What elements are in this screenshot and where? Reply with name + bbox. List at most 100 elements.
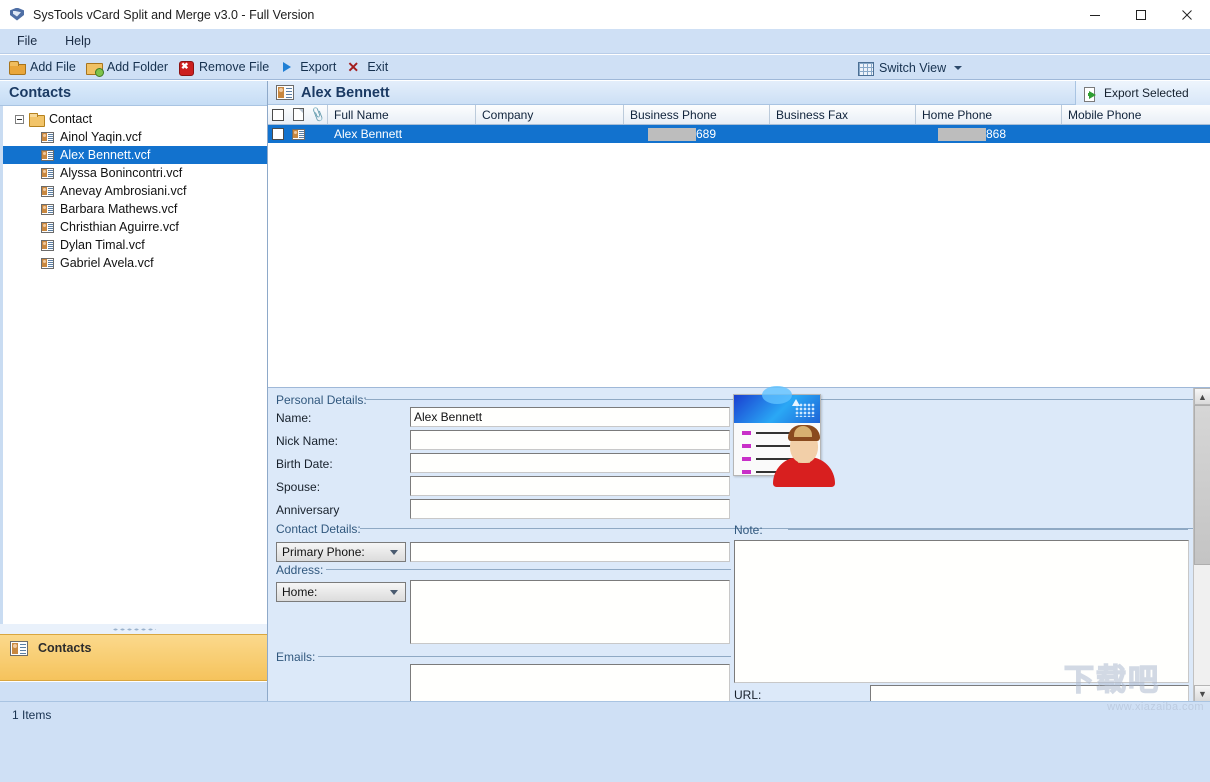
status-bar: 1 Items (0, 701, 1210, 727)
birth-date-label: Birth Date: (276, 457, 333, 471)
remove-file-label: Remove File (199, 60, 269, 74)
vcard-icon (41, 132, 54, 143)
list-item[interactable]: Gabriel Avela.vcf (3, 254, 267, 272)
close-icon[interactable] (1164, 0, 1210, 29)
column-header-business-fax[interactable]: Business Fax (770, 105, 916, 124)
anniversary-label: Anniversary (276, 503, 339, 517)
vcard-icon (41, 168, 54, 179)
export-button[interactable]: Export (276, 59, 343, 76)
emails-field[interactable] (410, 664, 730, 702)
row-cell-company (476, 125, 624, 143)
chevron-down-icon (390, 590, 398, 595)
toolbar: Add File Add Folder Remove File Export E… (0, 55, 1210, 80)
primary-phone-select[interactable]: Primary Phone: (276, 542, 406, 562)
nick-name-field[interactable] (410, 430, 730, 450)
panel-splitter[interactable] (0, 624, 267, 634)
contacts-panel-header: Contacts (0, 81, 267, 106)
row-cell-home-phone-text: 868 (986, 127, 1006, 141)
vcard-icon (41, 240, 54, 251)
address-type-select[interactable]: Home: (276, 582, 406, 602)
scroll-up-button[interactable]: ▲ (1194, 388, 1210, 405)
remove-file-button[interactable]: Remove File (175, 59, 276, 76)
row-cell-business-fax (770, 125, 916, 143)
nav-item-contacts[interactable]: Contacts (0, 635, 267, 661)
list-item[interactable]: Dylan Timal.vcf (3, 236, 267, 254)
export-selected-button[interactable]: Export Selected (1075, 81, 1210, 105)
redaction-bar (648, 128, 696, 141)
tree-root-contact[interactable]: Contact (3, 110, 267, 128)
application-window: SysTools vCard Split and Merge v3.0 - Fu… (0, 0, 1210, 727)
checkbox-icon[interactable] (272, 128, 284, 140)
name-field[interactable]: Alex Bennett (410, 407, 730, 427)
list-item-label: Anevay Ambrosiani.vcf (60, 184, 186, 198)
nick-name-label: Nick Name: (276, 434, 338, 448)
spouse-field[interactable] (410, 476, 730, 496)
column-header-document[interactable] (288, 105, 308, 124)
remove-icon (178, 60, 194, 75)
primary-phone-field[interactable] (410, 542, 730, 562)
list-item[interactable]: Anevay Ambrosiani.vcf (3, 182, 267, 200)
detail-scrollbar[interactable]: ▲ ▼ (1193, 388, 1210, 702)
grid-title-bar: Alex Bennett Export Selected (268, 81, 1210, 105)
vcard-icon (292, 129, 305, 140)
menu-item-help[interactable]: Help (62, 32, 94, 50)
anniversary-field[interactable] (410, 499, 730, 519)
address-field[interactable] (410, 580, 730, 644)
title-bar: SysTools vCard Split and Merge v3.0 - Fu… (0, 0, 1210, 29)
maximize-icon[interactable] (1118, 0, 1164, 29)
list-item[interactable]: Christhian Aguirre.vcf (3, 218, 267, 236)
add-file-button[interactable]: Add File (6, 59, 83, 76)
switch-view-button[interactable]: Switch View (850, 55, 970, 80)
status-item-count: 1 Items (12, 708, 51, 722)
page-title: Alex Bennett (301, 85, 390, 101)
play-icon (279, 60, 295, 75)
row-type-icon (288, 125, 308, 143)
birth-date-field[interactable] (410, 453, 730, 473)
list-item[interactable]: Barbara Mathews.vcf (3, 200, 267, 218)
grid-column-headers: 📎 Full Name Company Business Phone Busin… (268, 105, 1210, 125)
window-controls (1072, 0, 1210, 29)
group-label-emails: Emails: (276, 650, 315, 664)
exit-icon (346, 60, 362, 75)
chevron-down-icon (954, 66, 962, 70)
checkbox-icon[interactable] (272, 109, 284, 121)
left-panel: Contacts Contact Ainol Yaqin.vcf Alex Be… (0, 81, 268, 701)
column-header-mobile-phone[interactable]: Mobile Phone (1062, 105, 1210, 124)
grid-empty-area (268, 143, 1210, 387)
column-header-attachment[interactable]: 📎 (308, 105, 328, 124)
window-title: SysTools vCard Split and Merge v3.0 - Fu… (33, 8, 314, 22)
tree-root-label: Contact (49, 112, 92, 126)
menu-item-file[interactable]: File (14, 32, 40, 50)
note-field[interactable] (734, 540, 1189, 683)
column-header-business-phone[interactable]: Business Phone (624, 105, 770, 124)
vcard-icon (41, 258, 54, 269)
minimize-icon[interactable] (1072, 0, 1118, 29)
nav-pane-empty-area (0, 681, 267, 782)
folder-add-icon (86, 60, 102, 75)
list-item[interactable]: Alyssa Bonincontri.vcf (3, 164, 267, 182)
column-header-full-name[interactable]: Full Name (328, 105, 476, 124)
collapse-icon[interactable] (15, 115, 24, 124)
list-item[interactable]: Ainol Yaqin.vcf (3, 128, 267, 146)
contacts-tree[interactable]: Contact Ainol Yaqin.vcf Alex Bennett.vcf… (0, 106, 267, 624)
list-item-label: Alyssa Bonincontri.vcf (60, 166, 182, 180)
column-header-home-phone[interactable]: Home Phone (916, 105, 1062, 124)
document-icon (293, 108, 304, 121)
exit-button[interactable]: Exit (343, 59, 395, 76)
row-cell-mobile-phone (1062, 125, 1210, 143)
scroll-down-button[interactable]: ▼ (1194, 685, 1210, 702)
table-row[interactable]: Alex Bennett 689 868 (268, 125, 1210, 143)
column-header-company[interactable]: Company (476, 105, 624, 124)
column-header-select-all[interactable] (268, 105, 288, 124)
vcard-icon (41, 150, 54, 161)
row-checkbox[interactable] (268, 125, 288, 143)
scrollbar-thumb[interactable] (1194, 405, 1210, 565)
exit-label: Exit (367, 60, 388, 74)
vcard-icon (276, 85, 294, 100)
list-item[interactable]: Alex Bennett.vcf (3, 146, 267, 164)
chevron-down-icon (390, 550, 398, 555)
list-item-label: Alex Bennett.vcf (60, 148, 150, 162)
row-cell-full-name: Alex Bennett (328, 125, 476, 143)
add-folder-button[interactable]: Add Folder (83, 59, 175, 76)
group-label-contact-details: Contact Details: (276, 522, 361, 536)
